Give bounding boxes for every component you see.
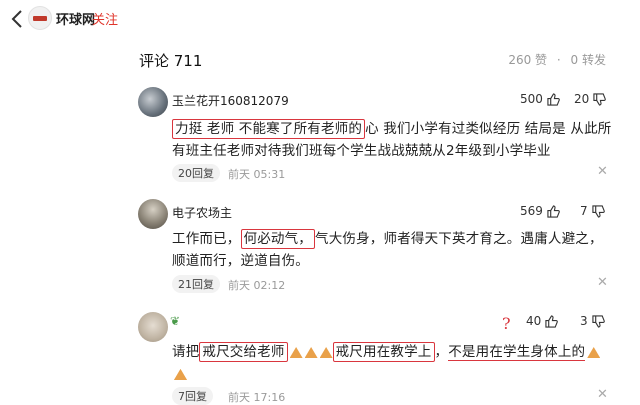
like-count: 500 [520, 92, 543, 106]
comment-text-pre: 工作而已， [172, 231, 241, 247]
avatar[interactable] [138, 312, 168, 342]
comments-count-title: 评论 711 [139, 52, 203, 70]
source-logo-icon [28, 6, 52, 30]
dislike-button[interactable]: 20 [574, 92, 607, 106]
close-icon[interactable]: ✕ [597, 275, 608, 290]
thumb-down-icon [593, 92, 607, 106]
replies-button[interactable]: 20回复 [172, 164, 220, 182]
dislike-count: 20 [574, 92, 590, 106]
comment-username[interactable]: 电子农场主 [172, 204, 232, 221]
like-button[interactable]: 569 [520, 204, 560, 218]
comment-text: 工作而已， 何必动气， 气大伤身，师者得天下英才育之。遇庸人避之，顺道而行，逆道自伤… [172, 228, 612, 272]
leaf-icon: ❦ [170, 314, 181, 328]
dislike-count: 7 [580, 204, 588, 218]
like-count: 40 [526, 314, 542, 328]
thumb-up-icon [547, 92, 560, 106]
avatar[interactable] [138, 199, 168, 229]
annotation-question-mark: ? [502, 314, 511, 333]
comment-text-pre: 请把 [172, 344, 200, 360]
avatar[interactable] [138, 87, 168, 117]
replies-button[interactable]: 7回复 [172, 387, 213, 405]
annotated-box: 何必动气， [240, 229, 315, 249]
thumb-up-icon [547, 204, 560, 218]
thumb-down-icon [592, 314, 605, 328]
praying-hands-icon [172, 364, 187, 383]
thumb-down-icon [592, 204, 605, 218]
annotated-box: 戒尺用在教学上 [332, 342, 435, 362]
dislike-button[interactable]: 7 [580, 204, 605, 218]
close-icon[interactable]: ✕ [597, 164, 608, 179]
like-button[interactable]: 40 [526, 314, 559, 328]
source-name[interactable]: 环球网 [56, 9, 95, 28]
like-count: 569 [520, 204, 543, 218]
comment-text: 力挺 老师 不能寒了所有老师的心 我们小学有过类似经历 结局是 从此所有班主任老… [172, 118, 612, 162]
comment-username[interactable]: 玉兰花开160812079 [172, 92, 289, 109]
dislike-count: 3 [580, 314, 588, 328]
dislike-button[interactable]: 3 [580, 314, 605, 328]
comment-time: 前天 02:12 [228, 279, 286, 292]
comment-text: 请把 戒尺交给老师 戒尺用在教学上 ，不是用在学生身体上的 [172, 341, 612, 385]
thumb-up-icon [545, 314, 559, 328]
annotated-box: 戒尺交给老师 [199, 342, 288, 362]
comment-text-mid: ， [434, 344, 449, 360]
dot-separator: · [556, 53, 561, 67]
like-button[interactable]: 500 [520, 92, 560, 106]
likes-count: 260 赞 [508, 53, 548, 67]
annotated-underline: 不是用在学生身体上的 [448, 344, 586, 361]
praying-hands-icon [288, 345, 333, 359]
replies-button[interactable]: 21回复 [172, 275, 220, 293]
close-icon[interactable]: ✕ [597, 387, 608, 402]
comment-time: 前天 05:31 [228, 168, 286, 181]
post-stats: 260 赞 · 0 转发 [502, 51, 606, 68]
annotated-box: 力挺 老师 不能寒了所有老师的 [172, 119, 366, 139]
follow-button[interactable]: 关注 [92, 9, 118, 28]
back-arrow-icon[interactable] [8, 8, 28, 30]
reposts-count: 0 转发 [570, 53, 606, 67]
